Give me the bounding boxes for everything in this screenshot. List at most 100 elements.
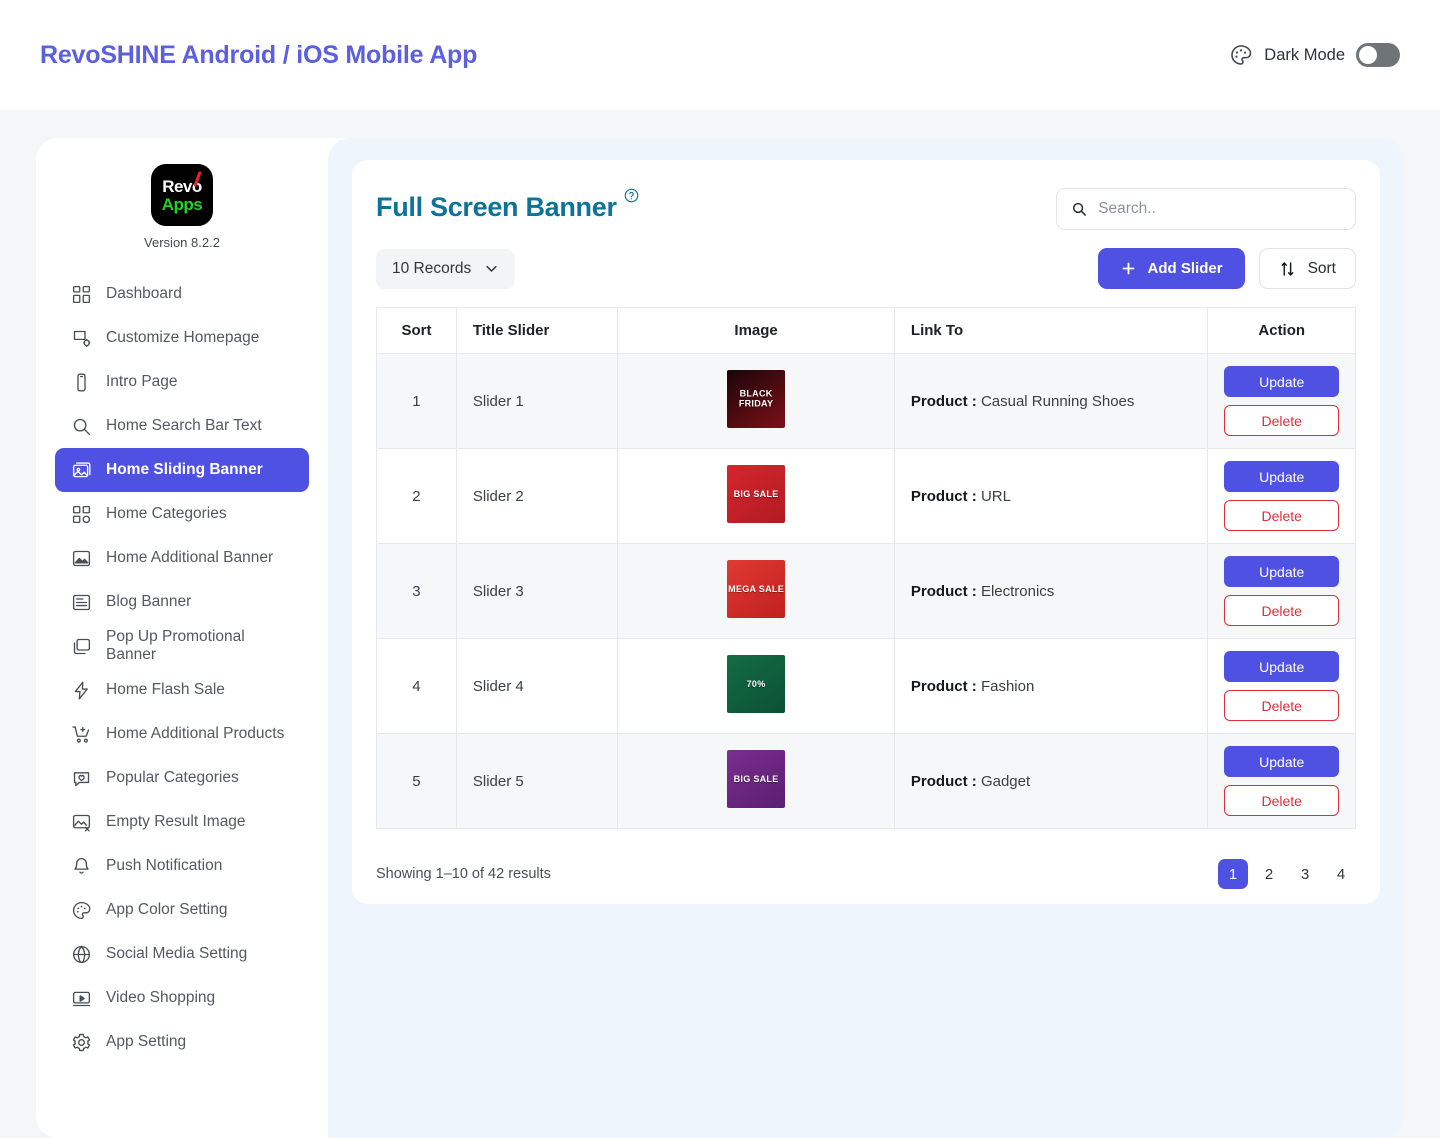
search-input[interactable] <box>1098 200 1341 218</box>
sidebar-item-label: App Setting <box>106 1033 187 1050</box>
table-header-row: Sort Title Slider Image Link To Action <box>376 307 1356 354</box>
col-sort: Sort <box>376 307 457 354</box>
update-button[interactable]: Update <box>1224 556 1339 587</box>
heart-chat-icon <box>73 771 90 786</box>
banner-thumbnail[interactable]: BIG SALE <box>727 750 786 808</box>
search-box[interactable] <box>1056 188 1356 230</box>
panel-header: Full Screen Banner <box>376 188 1356 230</box>
delete-button[interactable]: Delete <box>1224 690 1339 721</box>
sidebar-item-blog-banner[interactable]: Blog Banner <box>55 580 309 624</box>
sidebar-menu: Dashboard Customize Homepage Intro Page Hom… <box>36 272 328 1064</box>
update-button[interactable]: Update <box>1224 651 1339 682</box>
cell-image: 70% <box>617 638 895 734</box>
banner-thumbnail-caption: BIG SALE <box>733 773 779 784</box>
sidebar-item-intro-page[interactable]: Intro Page <box>55 360 309 404</box>
table-row: 4 Slider 4 70% Product : Fashion Update Delet… <box>376 638 1356 734</box>
sidebar-item-video-shopping[interactable]: Video Shopping <box>55 976 309 1020</box>
table-row: 5 Slider 5 BIG SALE Product : Gadget Update D… <box>376 733 1356 829</box>
sort-button[interactable]: Sort <box>1258 248 1356 289</box>
table-row: 2 Slider 2 BIG SALE Product : URL Update Dele… <box>376 448 1356 544</box>
sidebar-item-popular-categories[interactable]: Popular Categories <box>55 756 309 800</box>
app-shell: Revo Apps Version 8.2.2 Dashboard Customi… <box>36 138 1404 1138</box>
sidebar-item-social-media-setting[interactable]: Social Media Setting <box>55 932 309 976</box>
sidebar-item-customize-homepage[interactable]: Customize Homepage <box>55 316 309 360</box>
cell-sort: 3 <box>376 543 457 639</box>
banner-thumbnail-caption: 70% <box>746 678 766 689</box>
search-icon <box>1072 202 1086 216</box>
cell-sort: 1 <box>376 353 457 449</box>
question-circle-icon[interactable] <box>624 188 639 203</box>
search-icon <box>73 418 91 435</box>
delete-button[interactable]: Delete <box>1224 405 1339 436</box>
update-button[interactable]: Update <box>1224 461 1339 492</box>
globe-icon <box>72 945 91 963</box>
sidebar-item-home-search-bar-text[interactable]: Home Search Bar Text <box>55 404 309 448</box>
banner-thumbnail[interactable]: BIG SALE <box>727 465 786 523</box>
update-button[interactable]: Update <box>1224 746 1339 777</box>
popup-icon <box>73 638 91 654</box>
cell-image: BIG SALE <box>617 733 895 829</box>
pagination-page-1[interactable]: 1 <box>1218 859 1248 889</box>
col-action: Action <box>1207 307 1356 354</box>
sidebar-item-label: Home Search Bar Text <box>106 417 262 434</box>
pagination-page-4[interactable]: 4 <box>1326 859 1356 889</box>
banner-thumbnail[interactable]: MEGA SALE <box>727 560 786 618</box>
link-label: Product : <box>910 487 977 505</box>
sidebar-item-label: Blog Banner <box>106 593 192 610</box>
dark-mode-toggle[interactable] <box>1356 43 1400 67</box>
palette-icon <box>1231 45 1252 65</box>
page-title-wrap: Full Screen Banner <box>376 188 639 223</box>
version-label: Version 8.2.2 <box>144 235 220 250</box>
sidebar-item-label: Dashboard <box>106 285 182 302</box>
sidebar-item-home-sliding-banner[interactable]: Home Sliding Banner <box>55 448 309 492</box>
banner-thumbnail-caption: BLACK FRIDAY <box>738 388 774 409</box>
records-select[interactable]: 10 Records <box>376 248 516 289</box>
grid-icon <box>72 505 91 523</box>
sidebar-item-push-notification[interactable]: Push Notification <box>55 844 309 888</box>
col-image: Image <box>617 307 895 354</box>
delete-button[interactable]: Delete <box>1224 595 1339 626</box>
link-label: Product : <box>910 582 977 600</box>
sidebar-item-label: Home Additional Products <box>106 725 285 742</box>
link-value: Casual Running Shoes <box>980 392 1135 410</box>
table-head: Sort Title Slider Image Link To Action <box>376 307 1356 354</box>
sidebar-item-home-categories[interactable]: Home Categories <box>55 492 309 536</box>
dark-mode-control[interactable]: Dark Mode <box>1229 43 1400 67</box>
sidebar-item-label: Home Flash Sale <box>106 681 225 698</box>
delete-button[interactable]: Delete <box>1224 500 1339 531</box>
pagination-page-3[interactable]: 3 <box>1290 859 1320 889</box>
brand-block: Revo Apps Version 8.2.2 <box>36 156 328 272</box>
cell-action: Update Delete <box>1207 733 1356 829</box>
sidebar-item-dashboard[interactable]: Dashboard <box>55 272 309 316</box>
toolbar-right: Add Slider Sort <box>1097 248 1356 289</box>
sidebar-item-pop-up-promotional-banner[interactable]: Pop Up Promotional Banner <box>55 624 309 668</box>
sidebar-item-home-flash-sale[interactable]: Home Flash Sale <box>55 668 309 712</box>
cell-link: Product : Electronics <box>893 543 1209 639</box>
sidebar-item-label: Social Media Setting <box>106 945 248 962</box>
sidebar-item-home-additional-products[interactable]: Home Additional Products <box>55 712 309 756</box>
update-button[interactable]: Update <box>1224 366 1339 397</box>
delete-button[interactable]: Delete <box>1224 785 1339 816</box>
banner-thumbnail[interactable]: BLACK FRIDAY <box>727 370 786 428</box>
cell-link: Product : Fashion <box>893 638 1209 734</box>
banner-thumbnail[interactable]: 70% <box>727 655 786 713</box>
pagination-page-2[interactable]: 2 <box>1254 859 1284 889</box>
banner-panel: Full Screen Banner Search.. 10 Records A… <box>352 160 1380 904</box>
mobile-icon <box>77 373 86 391</box>
cell-action: Update Delete <box>1207 448 1356 544</box>
sidebar-item-app-setting[interactable]: App Setting <box>55 1020 309 1064</box>
sidebar-item-label: Customize Homepage <box>106 329 260 346</box>
sidebar-item-empty-result-image[interactable]: Empty Result Image <box>55 800 309 844</box>
sidebar-item-label: Push Notification <box>106 857 223 874</box>
cell-image: BLACK FRIDAY <box>617 353 895 449</box>
sidebar: Revo Apps Version 8.2.2 Dashboard Customi… <box>36 138 328 1138</box>
link-value: URL <box>980 487 1011 505</box>
top-bar: RevoSHINE Android / iOS Mobile App Dark … <box>0 0 1440 110</box>
col-title: Title Slider <box>455 307 619 354</box>
sidebar-item-app-color-setting[interactable]: App Color Setting <box>55 888 309 932</box>
cell-title: Slider 1 <box>455 353 619 449</box>
sort-icon <box>1281 261 1293 276</box>
sidebar-item-home-additional-banner[interactable]: Home Additional Banner <box>55 536 309 580</box>
table-row: 1 Slider 1 BLACK FRIDAY Product : Casual Ru… <box>376 353 1356 449</box>
add-slider-button[interactable]: Add Slider <box>1097 248 1245 289</box>
